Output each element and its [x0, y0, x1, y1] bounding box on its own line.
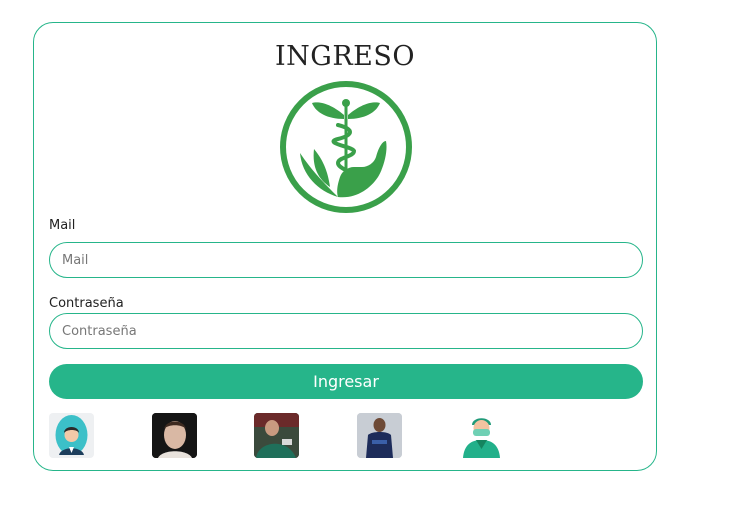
- password-label: Contraseña: [49, 296, 124, 311]
- user-photo[interactable]: [357, 413, 402, 458]
- user-avatar-icon[interactable]: [49, 413, 94, 458]
- avatar-row: [49, 413, 529, 458]
- user-photo[interactable]: [152, 413, 197, 458]
- caduceus-logo-icon: [280, 81, 412, 213]
- user-photo[interactable]: [254, 413, 299, 458]
- surgeon-avatar-icon[interactable]: [459, 413, 504, 458]
- password-input[interactable]: [49, 313, 643, 349]
- mail-input[interactable]: [49, 242, 643, 278]
- submit-button[interactable]: Ingresar: [49, 364, 643, 399]
- page-title: INGRESO: [274, 41, 416, 72]
- mail-label: Mail: [49, 218, 76, 233]
- login-card: INGRESO Mail Contraseña Ingresar: [33, 22, 657, 471]
